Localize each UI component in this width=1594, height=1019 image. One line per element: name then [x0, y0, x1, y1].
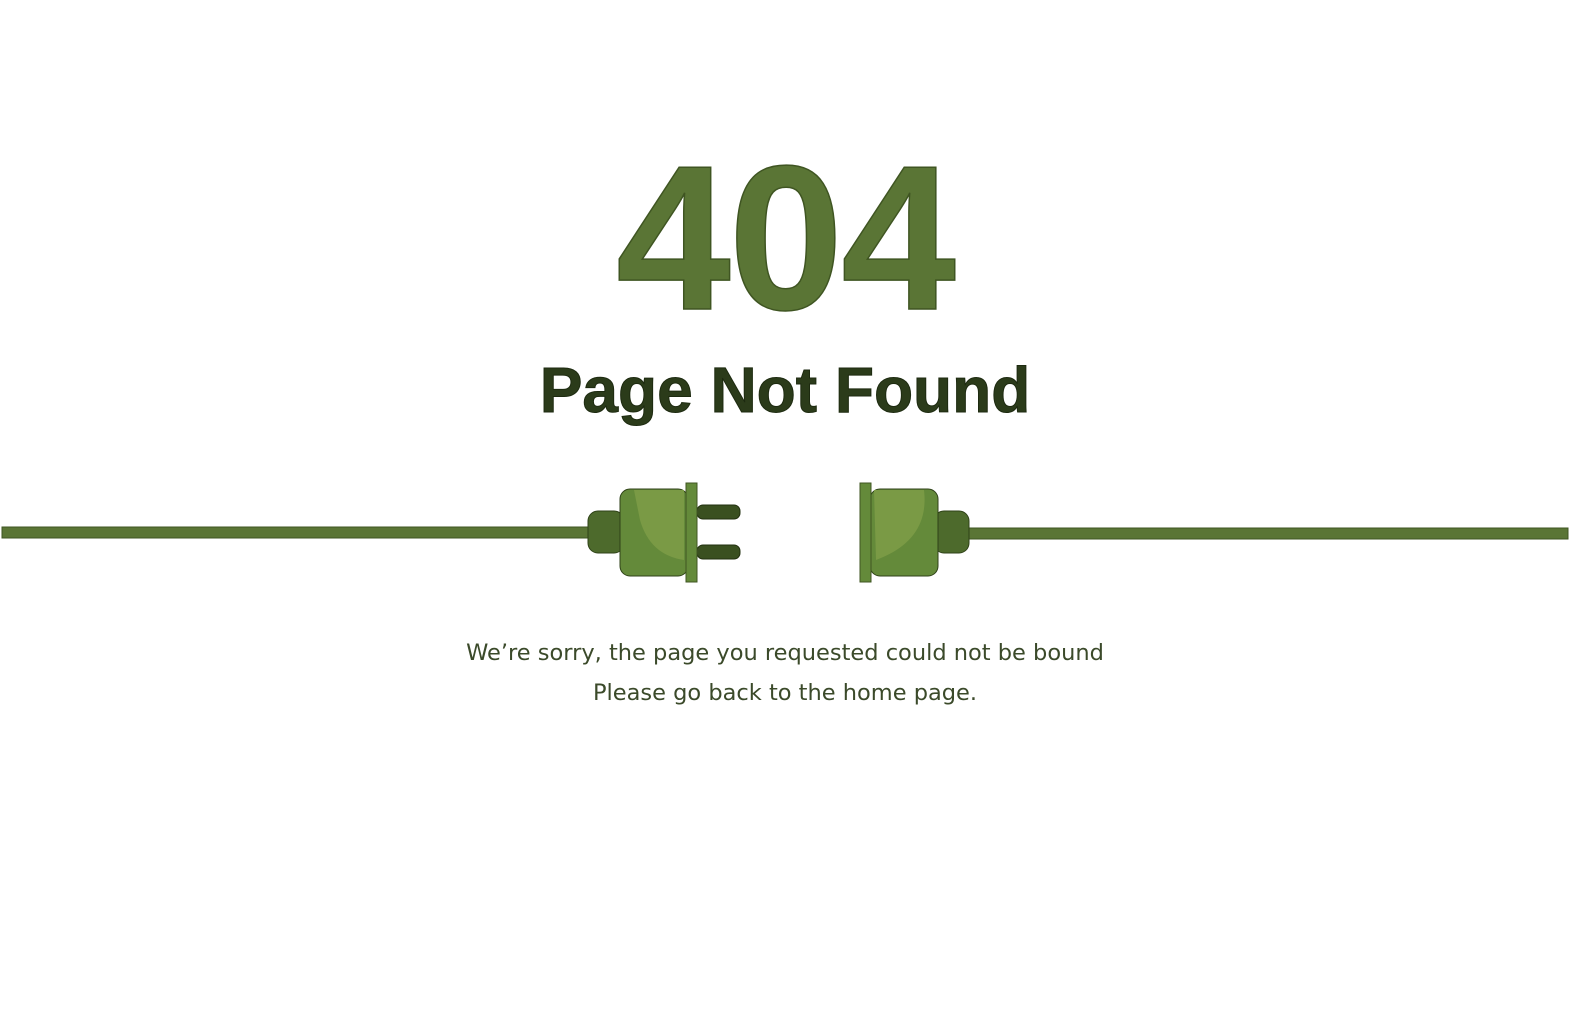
right-socket-plug-icon: [859, 482, 1569, 583]
error-message: We’re sorry, the page you requested coul…: [0, 633, 1570, 713]
unplugged-cable-illustration: [1, 482, 1569, 583]
message-line-1: We’re sorry, the page you requested coul…: [466, 640, 1104, 666]
left-plug-icon: [1, 482, 741, 583]
message-line-2: Please go back to the home page.: [592, 680, 978, 706]
error-code: 404: [615, 123, 956, 353]
page-title: Page Not Found: [539, 354, 1031, 427]
